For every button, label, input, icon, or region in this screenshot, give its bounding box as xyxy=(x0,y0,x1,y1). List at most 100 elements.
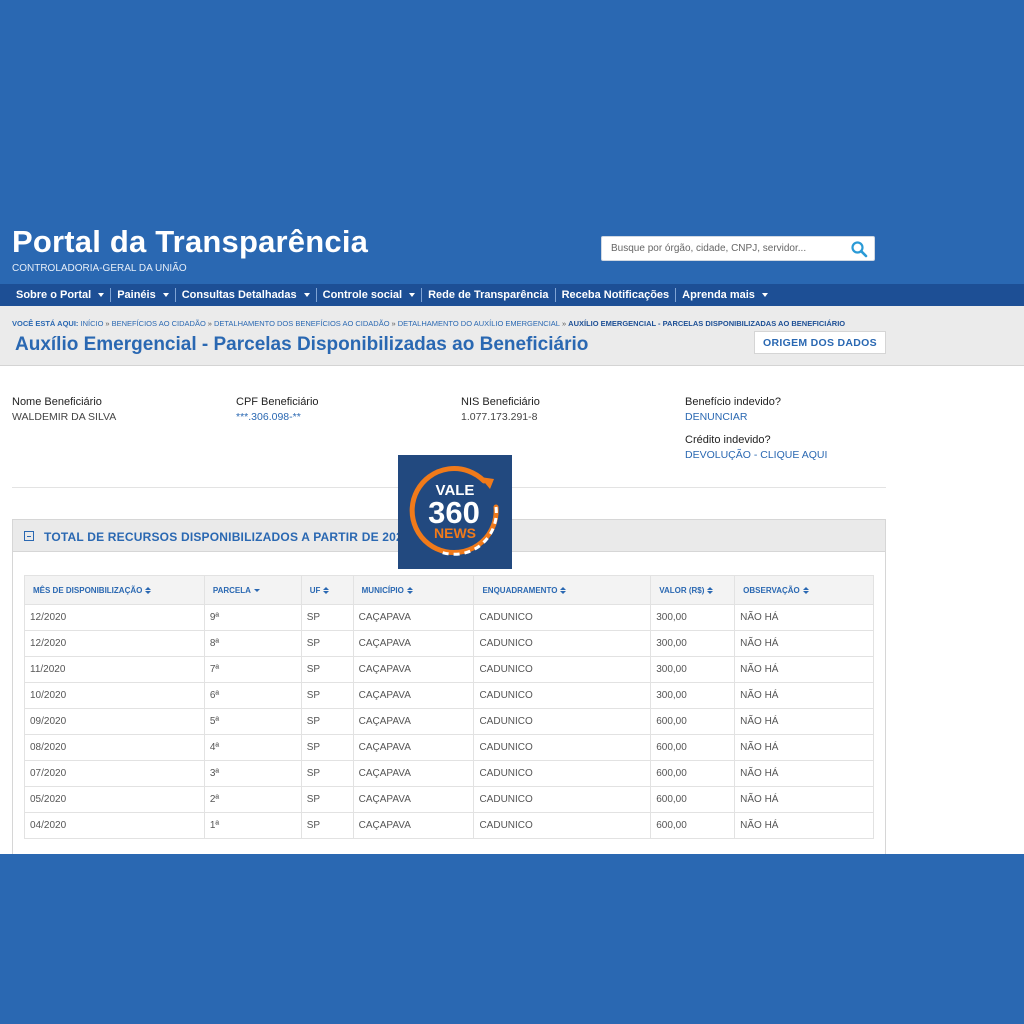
table-cell: 09/2020 xyxy=(24,708,205,735)
collapse-icon[interactable] xyxy=(24,531,34,541)
sort-icon xyxy=(323,586,330,594)
credito-indevido-label: Crédito indevido? xyxy=(685,434,771,446)
table-row: 12/2020 8ª SP CAÇAPAVA CADUNICO 300,00 NÃO HÁ xyxy=(24,630,874,657)
nav-item-label: Consultas Detalhadas xyxy=(181,289,297,301)
table-cell: 3ª xyxy=(203,760,302,787)
nav-item-consultas-detalhadas[interactable]: Consultas Detalhadas xyxy=(176,288,317,302)
table-cell: CADUNICO xyxy=(473,760,652,787)
breadcrumb-link[interactable]: Início xyxy=(81,319,104,328)
table-cell: 5ª xyxy=(203,708,302,735)
breadcrumb-separator: » xyxy=(561,319,567,328)
table-row: 09/2020 5ª SP CAÇAPAVA CADUNICO 600,00 NÃO HÁ xyxy=(24,708,874,735)
column-header[interactable]: Mês de disponibilização xyxy=(24,575,205,605)
column-header[interactable]: Observação xyxy=(734,575,874,605)
search-icon[interactable] xyxy=(850,240,868,258)
nav-item-aprenda-mais[interactable]: Aprenda mais xyxy=(676,288,774,302)
breadcrumb-band: Você está aqui: Início» Benefícios ao cid… xyxy=(0,306,1024,366)
breadcrumb-separator: » xyxy=(105,319,110,328)
nav-item-rede-de-transpar-ncia[interactable]: Rede de Transparência xyxy=(422,288,556,302)
table-row: 08/2020 4ª SP CAÇAPAVA CADUNICO 600,00 NÃO HÁ xyxy=(24,734,874,761)
table-cell: CAÇAPAVA xyxy=(352,708,475,735)
nav-item-label: Painéis xyxy=(117,289,156,301)
portal-screenshot: Portal da Transparência CONTROLADORIA-GE… xyxy=(0,212,1024,854)
column-header[interactable]: Município xyxy=(352,575,475,605)
search-box xyxy=(601,236,875,261)
table-cell: 12/2020 xyxy=(24,630,205,657)
nav-item-sobre-o-portal[interactable]: Sobre o Portal xyxy=(10,288,112,302)
panel-title: TOTAL DE RECURSOS DISPONIBILIZADOS A PAR… xyxy=(44,530,410,544)
cpf-field: CPF Beneficiário ***.306.098-** xyxy=(236,396,319,423)
search-input[interactable] xyxy=(602,237,842,260)
breadcrumb-current: Auxílio Emergencial - Parcelas Disponibi… xyxy=(568,319,846,328)
table-cell: 7ª xyxy=(203,656,302,683)
nav-item-label: Rede de Transparência xyxy=(428,289,549,301)
chevron-down-icon xyxy=(98,293,105,297)
column-header[interactable]: Parcela xyxy=(203,575,302,605)
table-cell: NÃO HÁ xyxy=(734,786,874,813)
table-cell: CAÇAPAVA xyxy=(352,604,475,631)
table-cell: 600,00 xyxy=(650,786,736,813)
table-cell: SP xyxy=(300,656,354,683)
recursos-panel: TOTAL DE RECURSOS DISPONIBILIZADOS A PAR… xyxy=(12,519,886,854)
table-cell: 12/2020 xyxy=(24,604,205,631)
nome-value: WALDEMIR DA SILVA xyxy=(12,411,117,423)
table-row: 11/2020 7ª SP CAÇAPAVA CADUNICO 300,00 NÃO HÁ xyxy=(24,656,874,683)
cpf-label: CPF Beneficiário xyxy=(236,396,319,408)
breadcrumb-separator: » xyxy=(391,319,396,328)
column-header-label: Mês de disponibilização xyxy=(33,585,143,595)
denunciar-link[interactable]: DENUNCIAR xyxy=(685,411,827,423)
table-cell: 300,00 xyxy=(650,682,736,709)
table-cell: NÃO HÁ xyxy=(734,708,874,735)
table-cell: 05/2020 xyxy=(24,786,205,813)
table-cell: CADUNICO xyxy=(473,734,652,761)
breadcrumb-link[interactable]: Benefícios ao cidadão xyxy=(112,319,206,328)
table-cell: 04/2020 xyxy=(24,812,205,839)
breadcrumb-link[interactable]: Detalhamento do auxílio emergencial xyxy=(398,319,560,328)
main-nav: Sobre o Portal Painéis Consultas Detalhada… xyxy=(0,284,1024,306)
cpf-value[interactable]: ***.306.098-** xyxy=(236,411,319,423)
nis-field: NIS Beneficiário 1.077.173.291-8 xyxy=(461,396,540,423)
sort-icon xyxy=(707,586,714,594)
column-header[interactable]: Valor (R$) xyxy=(650,575,736,605)
table-cell: SP xyxy=(300,682,354,709)
table-cell: CAÇAPAVA xyxy=(352,812,475,839)
table-cell: SP xyxy=(300,604,354,631)
site-header: Portal da Transparência CONTROLADORIA-GE… xyxy=(0,212,1024,284)
nav-item-pain-is[interactable]: Painéis xyxy=(111,288,176,302)
sort-icon xyxy=(560,586,567,594)
table-cell: NÃO HÁ xyxy=(734,630,874,657)
origem-dos-dados-button[interactable]: ORIGEM DOS DADOS xyxy=(754,331,886,354)
breadcrumb-link[interactable]: Detalhamento dos benefícios ao cidadão xyxy=(214,319,390,328)
table-cell: SP xyxy=(300,760,354,787)
nav-item-label: Controle social xyxy=(322,289,403,301)
nome-field: Nome Beneficiário WALDEMIR DA SILVA xyxy=(12,396,116,423)
table-row: 10/2020 6ª SP CAÇAPAVA CADUNICO 300,00 NÃO HÁ xyxy=(24,682,874,709)
table-cell: 600,00 xyxy=(650,734,736,761)
table-cell: CAÇAPAVA xyxy=(352,786,475,813)
parcelas-table: Mês de disponibilização Parcela UF Municípi… xyxy=(24,575,874,839)
table-cell: NÃO HÁ xyxy=(734,812,874,839)
table-cell: 600,00 xyxy=(650,760,736,787)
sort-icon xyxy=(406,586,413,594)
table-cell: SP xyxy=(300,786,354,813)
table-cell: 07/2020 xyxy=(24,760,205,787)
nav-item-label: Receba Notificações xyxy=(561,289,670,301)
table-cell: 4ª xyxy=(203,734,302,761)
site-title[interactable]: Portal da Transparência xyxy=(12,224,368,260)
table-cell: 300,00 xyxy=(650,604,736,631)
table-row: 05/2020 2ª SP CAÇAPAVA CADUNICO 600,00 NÃO HÁ xyxy=(24,786,874,813)
column-header-label: Valor (R$) xyxy=(659,585,705,595)
nav-item-receba-notifica-es[interactable]: Receba Notificações xyxy=(556,288,677,302)
devolucao-link[interactable]: DEVOLUÇÃO - CLIQUE AQUI xyxy=(685,449,827,461)
breadcrumb-separator: » xyxy=(207,319,212,328)
column-header[interactable]: UF xyxy=(300,575,354,605)
table-cell: CADUNICO xyxy=(473,812,652,839)
table-cell: 600,00 xyxy=(650,812,736,839)
column-header[interactable]: Enquadramento xyxy=(473,575,652,605)
chevron-down-icon xyxy=(761,293,768,297)
table-cell: CADUNICO xyxy=(473,786,652,813)
table-cell: SP xyxy=(300,630,354,657)
nav-item-controle-social[interactable]: Controle social xyxy=(317,288,423,302)
nome-label: Nome Beneficiário xyxy=(12,396,102,408)
column-header-label: UF xyxy=(309,585,321,595)
